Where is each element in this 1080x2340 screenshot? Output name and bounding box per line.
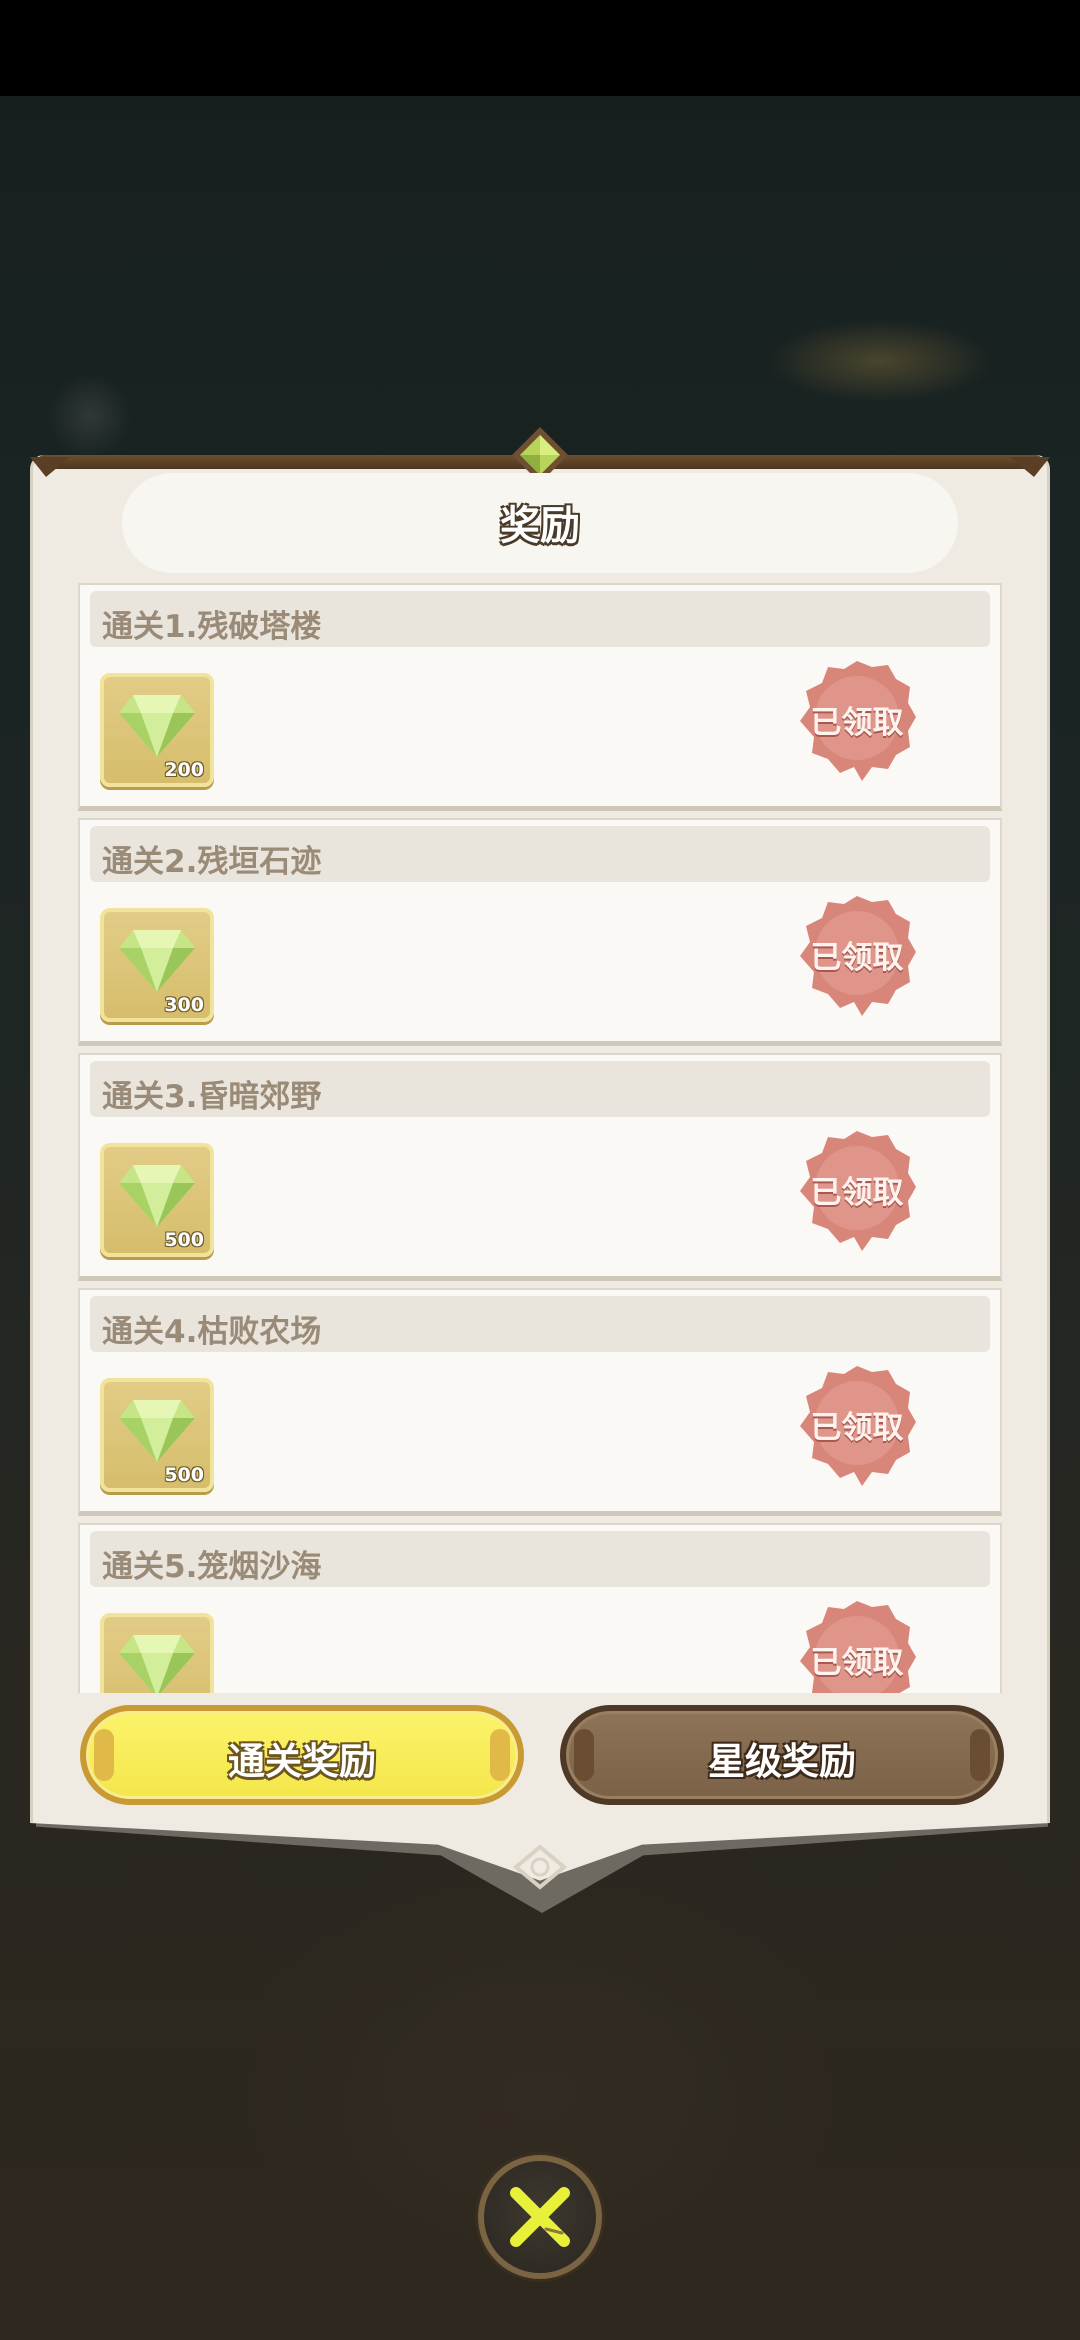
reward-card-header: 通关1.残破塔楼 [90, 591, 990, 647]
claimed-stamp: 已领取 [792, 1595, 922, 1693]
reward-quantity: 500 [164, 1464, 204, 1486]
claimed-label: 已领取 [810, 1645, 904, 1681]
tab-star-rewards-label: 星级奖励 [708, 1740, 856, 1783]
reward-quantity: 200 [164, 759, 204, 781]
claimed-stamp: 已领取 [792, 890, 922, 1020]
reward-card-header: 通关2.残垣石迹 [90, 826, 990, 882]
reward-item[interactable]: 500 [100, 1143, 214, 1257]
reward-card: 通关4.枯败农场 500 已领取 [78, 1288, 1002, 1516]
close-icon [510, 2187, 570, 2247]
claimed-stamp: 已领取 [792, 655, 922, 785]
rewards-dialog: 奖励 通关1.残破塔楼 200 已领取 通关2.残垣石迹 300 已领取 通关3… [30, 427, 1050, 1915]
claimed-label: 已领取 [810, 705, 904, 741]
reward-card-title: 通关4.枯败农场 [102, 1314, 322, 1350]
green-gem-icon [119, 1165, 195, 1227]
reward-card-title: 通关3.昏暗郊野 [102, 1079, 322, 1115]
claimed-stamp: 已领取 [792, 1125, 922, 1255]
reward-card: 通关1.残破塔楼 200 已领取 [78, 583, 1002, 811]
reward-list[interactable]: 通关1.残破塔楼 200 已领取 通关2.残垣石迹 300 已领取 通关3.昏暗… [78, 583, 1002, 1693]
reward-card-header: 通关5.笼烟沙海 [90, 1531, 990, 1587]
reward-card-title: 通关5.笼烟沙海 [102, 1549, 322, 1585]
reward-card-title: 通关2.残垣石迹 [102, 844, 322, 880]
reward-card-header: 通关3.昏暗郊野 [90, 1061, 990, 1117]
reward-item[interactable]: 200 [100, 673, 214, 787]
reward-card-header: 通关4.枯败农场 [90, 1296, 990, 1352]
claimed-label: 已领取 [810, 1410, 904, 1446]
reward-item[interactable]: 300 [100, 908, 214, 1022]
reward-item[interactable] [100, 1613, 214, 1693]
tab-clear-rewards[interactable]: 通关奖励 [80, 1705, 524, 1805]
reward-card-title: 通关1.残破塔楼 [102, 609, 322, 645]
reward-quantity: 500 [164, 1229, 204, 1251]
reward-card: 通关2.残垣石迹 300 已领取 [78, 818, 1002, 1046]
green-gem-icon [119, 1635, 195, 1693]
dialog-title: 奖励 [500, 503, 580, 549]
green-gem-icon [119, 1400, 195, 1462]
status-bar [0, 0, 1080, 96]
tab-clear-rewards-label: 通关奖励 [228, 1740, 376, 1783]
reward-card: 通关5.笼烟沙海 已领取 [78, 1523, 1002, 1693]
green-gem-icon [119, 695, 195, 757]
reward-card: 通关3.昏暗郊野 500 已领取 [78, 1053, 1002, 1281]
claimed-stamp: 已领取 [792, 1360, 922, 1490]
reward-item[interactable]: 500 [100, 1378, 214, 1492]
green-gem-icon [119, 930, 195, 992]
tab-star-rewards[interactable]: 星级奖励 [560, 1705, 1004, 1805]
bottom-ornament-icon [512, 1844, 568, 1890]
reward-quantity: 300 [164, 994, 204, 1016]
close-button[interactable] [478, 2155, 602, 2279]
claimed-label: 已领取 [810, 940, 904, 976]
claimed-label: 已领取 [810, 1175, 904, 1211]
